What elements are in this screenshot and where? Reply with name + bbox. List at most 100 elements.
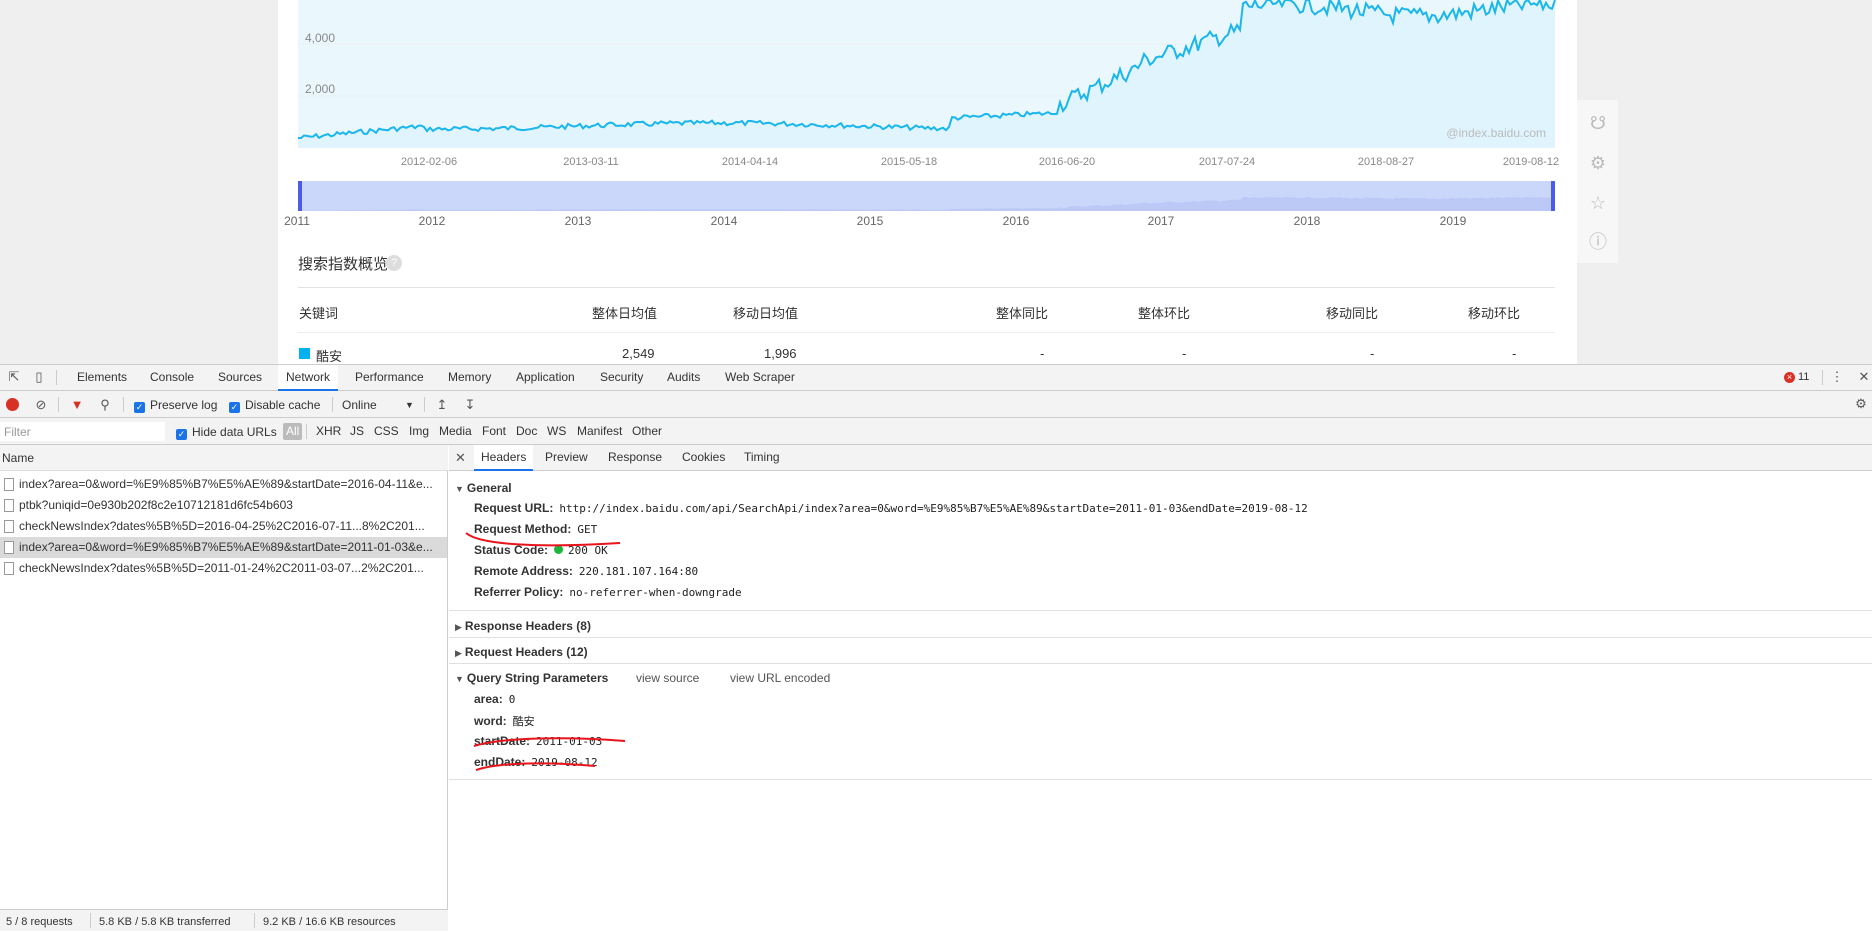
checkbox-checked-icon: ✓ — [229, 402, 240, 413]
request-name: index?area=0&word=%E9%85%B7%E5%AE%89&sta… — [19, 540, 433, 554]
kv-value: 2019-08-12 — [531, 756, 598, 769]
type-filter-img[interactable]: Img — [409, 424, 429, 438]
response-headers-title: Response Headers (8) — [464, 619, 591, 633]
type-filter-font[interactable]: Font — [482, 424, 506, 438]
request-name: ptbk?uniqid=0e930b202f8c2e10712181d6fc54… — [19, 498, 293, 512]
error-count[interactable]: 11 — [1798, 371, 1809, 383]
filter-input[interactable] — [0, 422, 165, 441]
divider — [298, 287, 1555, 288]
type-filter-css[interactable]: CSS — [374, 424, 399, 438]
tab-timing[interactable]: Timing — [737, 445, 787, 471]
close-icon[interactable]: ✕ — [455, 450, 466, 466]
tab-preview[interactable]: Preview — [538, 445, 595, 471]
request-row[interactable]: checkNewsIndex?dates%5B%5D=2016-04-25%2C… — [0, 516, 447, 537]
type-filter-ws[interactable]: WS — [547, 424, 566, 438]
kv-key: area: — [474, 692, 503, 706]
request-headers-toggle[interactable]: ▶ Request Headers (12) — [455, 645, 588, 659]
tab-audits[interactable]: Audits — [659, 365, 708, 391]
separator — [1822, 370, 1823, 385]
year-label: 2011 — [284, 214, 310, 228]
help-icon[interactable]: ⓘ — [1587, 231, 1609, 253]
request-name: checkNewsIndex?dates%5B%5D=2016-04-25%2C… — [19, 519, 425, 533]
close-icon[interactable]: ✕ — [1856, 369, 1872, 385]
inspect-icon[interactable]: ⇱ — [6, 369, 22, 385]
view-url-encoded-link[interactable]: view URL encoded — [730, 671, 830, 685]
tab-elements[interactable]: Elements — [69, 365, 135, 391]
view-source-link[interactable]: view source — [636, 671, 699, 685]
tab-memory[interactable]: Memory — [440, 365, 499, 391]
hide-data-urls-checkbox[interactable]: ✓ Hide data URLs — [176, 424, 277, 440]
type-filter-doc[interactable]: Doc — [516, 424, 537, 438]
x-tick-label: 2018-08-27 — [1358, 156, 1414, 168]
cell-mobile-avg: 1,996 — [764, 346, 797, 361]
document-icon — [4, 499, 14, 512]
more-menu-icon[interactable]: ⋮ — [1829, 369, 1845, 385]
tab-console[interactable]: Console — [142, 365, 202, 391]
request-row[interactable]: checkNewsIndex?dates%5B%5D=2011-01-24%2C… — [0, 558, 447, 579]
general-section-toggle[interactable]: ▼ General — [455, 481, 512, 495]
year-label: 2015 — [857, 214, 884, 228]
search-icon[interactable]: ⚲ — [97, 397, 113, 413]
trend-chart: 4,000 2,000 @index.baidu.com 2012-02-06 … — [284, 0, 1559, 228]
general-title: General — [466, 481, 512, 495]
tab-network[interactable]: Network — [278, 365, 339, 391]
query-params-toggle[interactable]: ▼ Query String Parameters — [455, 671, 608, 685]
request-headers-title: Request Headers (12) — [464, 645, 588, 659]
request-row[interactable]: ptbk?uniqid=0e930b202f8c2e10712181d6fc54… — [0, 495, 447, 516]
name-header-label: Name — [2, 451, 35, 465]
tab-cookies[interactable]: Cookies — [675, 445, 732, 471]
filter-icon[interactable]: ▼ — [69, 397, 85, 413]
x-tick-label: 2013-03-11 — [563, 156, 618, 168]
tab-sources[interactable]: Sources — [210, 365, 270, 391]
year-label: 2012 — [419, 214, 446, 228]
throttle-select[interactable]: Online ▼ — [342, 397, 414, 413]
name-column-header[interactable]: Name — [0, 445, 448, 471]
separator — [332, 397, 333, 412]
range-handle-right[interactable] — [1551, 181, 1555, 211]
kv-value: GET — [577, 523, 598, 536]
disable-cache-checkbox[interactable]: ✓ Disable cache — [229, 397, 320, 413]
export-har-icon[interactable]: ↧ — [462, 397, 478, 413]
error-icon[interactable]: × — [1784, 372, 1795, 383]
throttle-value: Online — [342, 398, 377, 412]
type-filter-xhr[interactable]: XHR — [316, 424, 341, 438]
col-overall-avg: 整体日均值 — [592, 306, 658, 321]
share-icon[interactable]: ⚙ — [1587, 152, 1609, 174]
help-icon[interactable]: ? — [386, 255, 402, 271]
type-filter-all[interactable]: All — [283, 423, 303, 440]
triangle-right-icon: ▶ — [455, 622, 462, 632]
filter-bar: ✓ Hide data URLs All XHR JS CSS Img Media… — [0, 418, 1872, 445]
tab-web-scraper[interactable]: Web Scraper — [717, 365, 803, 391]
status-ok-icon — [554, 545, 564, 554]
tab-headers[interactable]: Headers — [474, 445, 534, 471]
request-row[interactable]: index?area=0&word=%E9%85%B7%E5%AE%89&sta… — [0, 474, 447, 495]
clear-icon[interactable]: ⊘ — [33, 397, 49, 413]
preserve-log-checkbox[interactable]: ✓ Preserve log — [134, 397, 217, 413]
type-filter-js[interactable]: JS — [350, 424, 364, 438]
tab-performance[interactable]: Performance — [347, 365, 432, 391]
type-filter-manifest[interactable]: Manifest — [577, 424, 622, 438]
tab-application[interactable]: Application — [508, 365, 583, 391]
keyword-swatch — [299, 348, 310, 359]
request-row-selected[interactable]: index?area=0&word=%E9%85%B7%E5%AE%89&sta… — [0, 537, 447, 558]
response-headers-toggle[interactable]: ▶ Response Headers (8) — [455, 619, 591, 633]
request-url-row: Request URL: http://index.baidu.com/api/S… — [474, 501, 1308, 515]
kv-key: startDate: — [474, 734, 531, 748]
col-keyword: 关键词 — [299, 306, 339, 321]
tab-security[interactable]: Security — [592, 365, 651, 391]
type-filter-media[interactable]: Media — [439, 424, 472, 438]
record-icon[interactable] — [6, 398, 19, 411]
headset-icon[interactable]: ☋ — [1587, 112, 1609, 134]
settings-gear-icon[interactable]: ⚙ — [1853, 396, 1869, 412]
cell-overall-mom: - — [1182, 346, 1187, 361]
star-icon[interactable]: ☆ — [1587, 192, 1609, 214]
type-filter-other[interactable]: Other — [632, 424, 662, 438]
checkbox-checked-icon: ✓ — [134, 402, 145, 413]
tab-response[interactable]: Response — [601, 445, 669, 471]
range-handle-left[interactable] — [298, 181, 302, 211]
cell-overall-yoy: - — [1040, 346, 1045, 361]
preserve-log-label: Preserve log — [150, 398, 218, 412]
import-har-icon[interactable]: ↥ — [434, 397, 450, 413]
device-toggle-icon[interactable]: ▯ — [31, 369, 47, 385]
document-icon — [4, 520, 14, 533]
